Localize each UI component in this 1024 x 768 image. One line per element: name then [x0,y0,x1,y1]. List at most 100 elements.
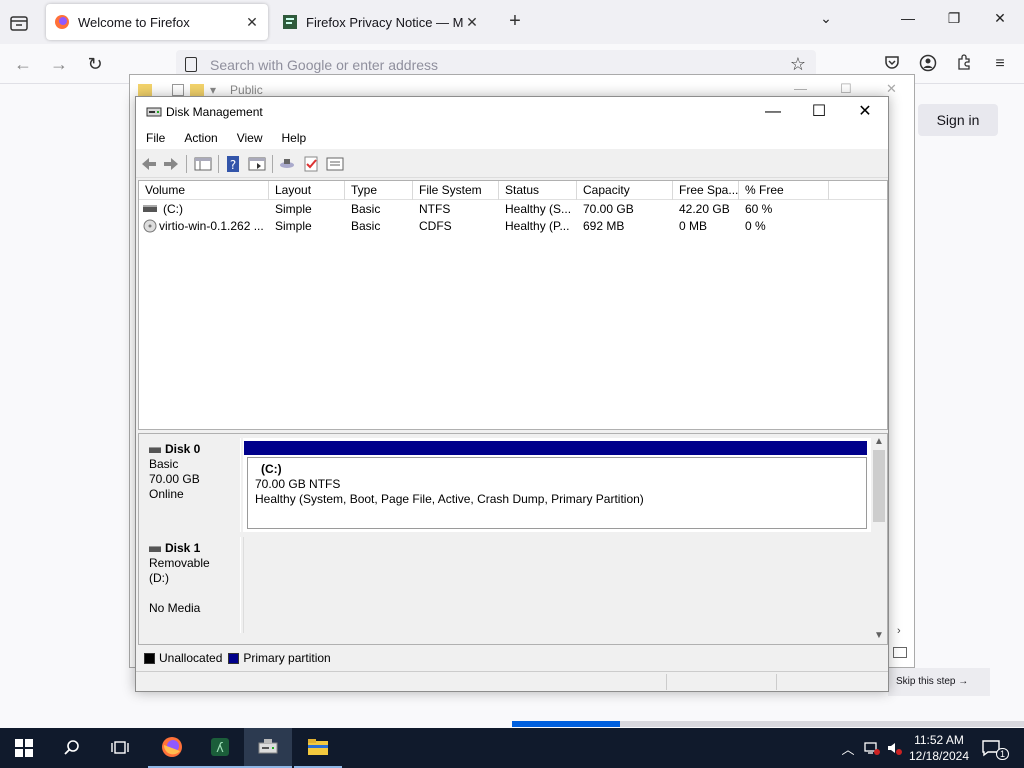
network-icon[interactable] [864,740,880,756]
dropdown-icon[interactable]: ▾ [210,83,216,97]
column-header-volume[interactable]: Volume [139,181,269,200]
forward-arrow-icon[interactable] [162,155,180,173]
disk-management-icon [146,107,162,117]
minimize-button[interactable]: — [750,97,796,127]
volume-name: (C:) [163,202,183,216]
menu-icon[interactable]: ≡ [990,54,1010,74]
back-icon[interactable]: ← [12,53,34,75]
svg-text:ʎ: ʎ [216,741,224,756]
maximize-icon[interactable]: ☐ [840,81,852,97]
clock[interactable]: 11:52 AM 12/18/2024 [902,732,976,764]
column-header-type[interactable]: Type [345,181,413,200]
tab-privacy-notice[interactable]: Firefox Privacy Notice — Mozill ✕ [274,4,488,40]
disk-icon [149,446,161,453]
toolbar: ? [136,150,888,178]
tab-welcome-firefox[interactable]: Welcome to Firefox ✕ [46,4,268,40]
start-button[interactable] [0,728,48,768]
connect-icon[interactable] [278,155,296,173]
table-row[interactable]: (C:) Simple Basic NTFS Healthy (S... 70.… [139,201,887,218]
taskbar-disk-management[interactable] [244,728,292,768]
close-button[interactable]: ✕ [842,97,888,127]
menu-action[interactable]: Action [174,127,226,149]
menu-view[interactable]: View [227,127,272,149]
volume-free-space: 42.20 GB [679,202,730,216]
notification-count: 1 [996,748,1010,760]
volume-muted-icon[interactable] [886,740,902,756]
close-tab-icon[interactable]: ✕ [464,14,480,31]
restore-icon[interactable]: ❐ [944,10,964,27]
search-button[interactable] [48,728,96,768]
minimize-icon[interactable]: — [794,81,807,96]
scroll-up-icon[interactable]: ▲ [871,436,887,447]
chevron-right-icon[interactable]: › [897,625,901,637]
volume-status: Healthy (S... [505,202,572,216]
disk-1-label[interactable]: Disk 1 Removable (D:) No Media [139,537,241,633]
disk-pane-scrollbar[interactable]: ▲ ▼ [871,434,887,644]
folder-icon[interactable] [138,84,152,96]
folder-icon[interactable] [190,84,204,96]
scrollbar-thumb[interactable] [873,450,885,522]
back-arrow-icon[interactable] [140,155,158,173]
sign-in-button[interactable]: Sign in [918,104,998,136]
column-header-free-space[interactable]: Free Spa... [673,181,739,200]
column-header-layout[interactable]: Layout [269,181,345,200]
action-pane-icon[interactable] [248,155,266,173]
arrow-right-icon: → [958,676,969,687]
taskbar-file-explorer[interactable] [294,728,342,768]
forward-icon[interactable]: → [48,53,70,75]
partition-c[interactable]: (C:) 70.00 GB NTFS Healthy (System, Boot… [247,457,867,529]
disk-status: No Media [149,601,201,615]
help-icon[interactable]: ? [224,155,242,173]
notification-center[interactable]: 1 [980,728,1010,768]
list-all-tabs-icon[interactable] [8,12,30,34]
account-icon[interactable] [918,54,938,74]
disk-management-icon [258,739,278,754]
document-app-icon: ʎ [211,738,229,756]
column-header-file-system[interactable]: File System [413,181,499,200]
pocket-icon[interactable] [882,54,902,74]
volume-percent-free: 60 % [745,202,773,216]
new-tab-icon[interactable]: + [504,10,526,33]
column-header-percent-free[interactable]: % Free [739,181,829,200]
skip-step-button[interactable]: Skip this step → [888,668,990,696]
check-properties-icon[interactable] [302,155,320,173]
show-hide-tree-icon[interactable] [194,155,212,173]
tab-title: Firefox Privacy Notice — Mozill [306,14,464,30]
disk-0-label[interactable]: Disk 0 Basic 70.00 GB Online [139,438,241,532]
close-window-icon[interactable]: ✕ [990,10,1010,27]
bookmark-star-icon[interactable]: ☆ [790,54,806,75]
properties-icon[interactable] [326,155,344,173]
primary-partition-swatch [228,652,240,664]
disk-1-row[interactable]: Disk 1 Removable (D:) No Media [139,537,871,633]
drive-icon [143,205,157,212]
search-icon [64,740,79,755]
chevron-up-icon[interactable]: ︿ [838,739,858,758]
close-icon[interactable]: ✕ [886,81,897,97]
task-view-button[interactable] [96,728,144,768]
disk-spacer [149,586,230,601]
menu-file[interactable]: File [136,127,174,149]
reload-icon[interactable]: ↻ [84,53,106,75]
chevron-down-icon[interactable]: ⌄ [816,10,836,27]
status-bar [136,671,888,691]
extensions-icon[interactable] [954,54,974,74]
column-header-status[interactable]: Status [499,181,577,200]
scroll-down-icon[interactable]: ▼ [871,630,887,641]
minimize-icon[interactable]: — [898,10,918,26]
disk-name: Disk 1 [149,541,230,556]
tab-title: Welcome to Firefox [78,14,190,30]
menu-help[interactable]: Help [272,127,316,149]
taskbar-firefox[interactable] [148,728,196,768]
volume-file-system: CDFS [419,219,452,233]
volume-percent-free: 0 % [745,219,766,233]
details-view-icon[interactable] [893,647,907,658]
close-tab-icon[interactable]: ✕ [244,14,260,31]
privacy-notice-icon [283,15,297,29]
taskbar-app-green[interactable]: ʎ [196,728,244,768]
table-row[interactable]: virtio-win-0.1.262 ... Simple Basic CDFS… [139,218,887,235]
disk-0-row[interactable]: Disk 0 Basic 70.00 GB Online (C:) 70.00 … [139,438,871,532]
column-header-capacity[interactable]: Capacity [577,181,673,200]
maximize-button[interactable]: ☐ [796,97,842,127]
volume-name: virtio-win-0.1.262 ... [159,219,264,233]
checkbox-icon[interactable] [172,84,184,96]
